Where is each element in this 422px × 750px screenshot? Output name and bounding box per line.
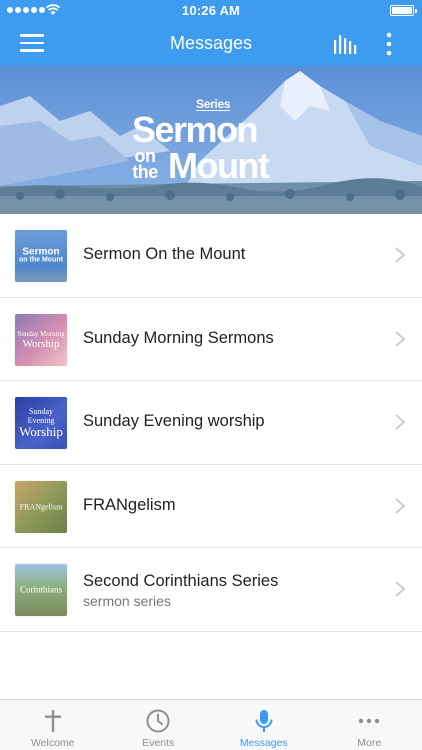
cross-icon — [44, 710, 61, 732]
chevron-right-icon — [395, 330, 406, 347]
list-item[interactable]: Sermon on the Mount Sermon On the Mount — [0, 214, 422, 298]
tab-label: Welcome — [30, 737, 75, 749]
list-item-subtitle: sermon series — [83, 593, 171, 609]
series-thumbnail: Sunday Morning Worship — [15, 313, 67, 366]
chevron-right-icon — [395, 581, 406, 597]
hero-title-line1: Sermon — [132, 109, 259, 150]
list-item[interactable]: Corinthians Second Corinthians Series se… — [0, 548, 422, 632]
tab-label: More — [357, 737, 382, 749]
list-item-title: Sermon On the Mount — [83, 245, 246, 263]
hero-title-on-the: on the — [132, 146, 158, 182]
list-item-title: Sunday Morning Sermons — [83, 328, 274, 347]
battery-icon — [390, 5, 417, 16]
list-item[interactable]: FRANgelism FRANgelism — [0, 465, 422, 548]
microphone-icon — [255, 710, 273, 732]
vertical-more-icon[interactable] — [380, 32, 398, 56]
status-time: 10:26 AM — [181, 3, 241, 18]
tab-label: Messages — [239, 737, 288, 749]
clock-icon — [146, 709, 170, 733]
list-item[interactable]: Sunday Morning Worship Sunday Morning Se… — [0, 298, 422, 381]
list-item-title: Second Corinthians Series — [83, 572, 279, 590]
messages-list: Sermon on the Mount Sermon On the Mount … — [0, 214, 422, 632]
status-bar: 10:26 AM — [0, 0, 422, 22]
page-title: Messages — [169, 33, 253, 53]
tab-label: Events — [142, 737, 175, 749]
chevron-right-icon — [395, 247, 406, 263]
tab-bar: Welcome Events Messages More — [0, 699, 422, 750]
list-item[interactable]: Sunday Evening Worship Sunday Evening wo… — [0, 381, 422, 465]
series-thumbnail: FRANgelism — [15, 480, 67, 533]
navigation-bar: Messages — [0, 22, 422, 66]
series-thumbnail: Sunday Evening Worship — [15, 397, 67, 449]
list-item-title: FRANgelism — [83, 495, 176, 514]
more-dots-icon — [359, 718, 380, 724]
tab-welcome[interactable]: Welcome — [0, 700, 106, 750]
series-banner[interactable]: Series Sermon on the Mount — [0, 66, 422, 214]
series-thumbnail: Corinthians — [15, 564, 67, 616]
tab-messages[interactable]: Messages — [211, 700, 317, 750]
tab-more[interactable]: More — [317, 700, 422, 750]
list-item-title: Sunday Evening worship — [83, 412, 265, 430]
series-thumbnail: Sermon on the Mount — [15, 230, 67, 282]
chevron-right-icon — [395, 497, 406, 514]
audio-bars-icon[interactable] — [333, 34, 357, 54]
hero-title-line2: Mount — [168, 145, 270, 186]
chevron-right-icon — [395, 414, 406, 430]
tab-events[interactable]: Events — [106, 700, 212, 750]
